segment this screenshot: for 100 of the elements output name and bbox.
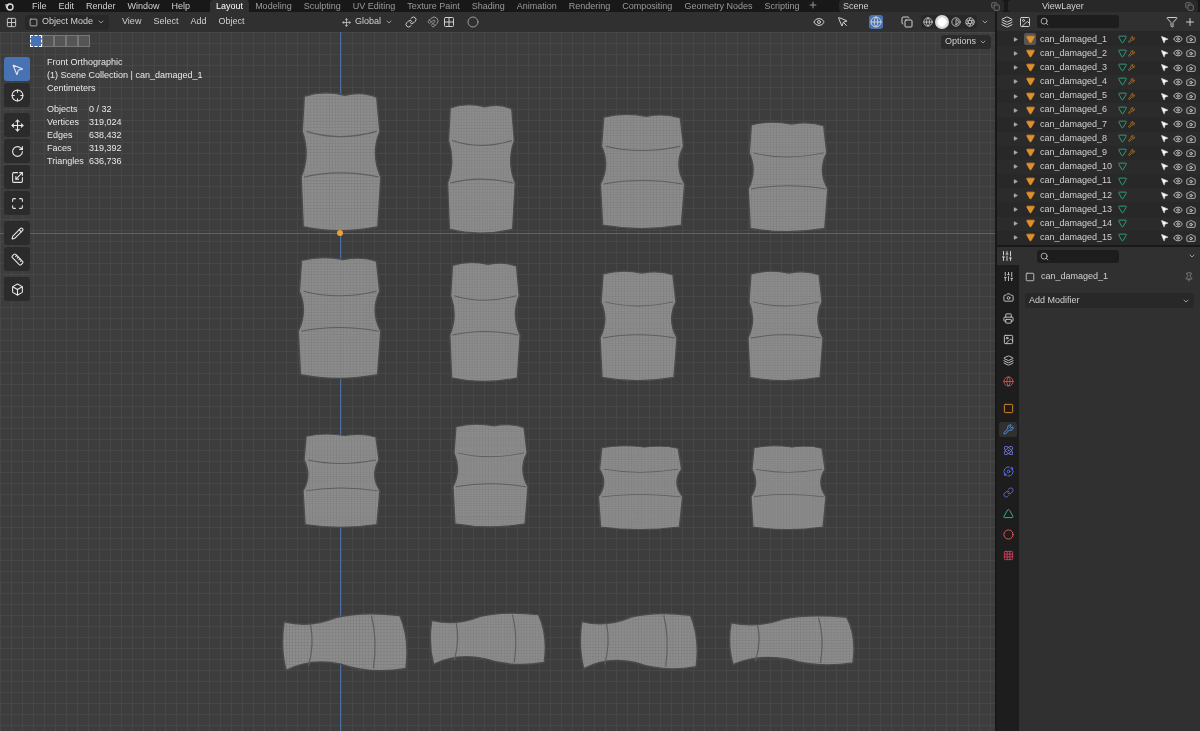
camera-icon[interactable] — [1186, 62, 1196, 73]
eye-icon[interactable] — [1173, 161, 1183, 172]
expand-arrow-icon[interactable] — [1013, 36, 1018, 42]
snap-target-icon[interactable] — [443, 16, 455, 28]
select-box-icon[interactable] — [4, 57, 30, 81]
camera-icon[interactable] — [1186, 232, 1196, 243]
add-workspace-icon[interactable] — [808, 0, 819, 10]
workspace-tab[interactable]: Rendering — [562, 0, 617, 12]
cursor-icon[interactable] — [4, 83, 30, 107]
pivot-icon[interactable] — [405, 16, 417, 28]
camera-icon[interactable] — [1186, 190, 1196, 201]
solid-sphere-icon[interactable] — [935, 15, 949, 29]
camera-icon[interactable] — [1186, 76, 1196, 87]
pin-icon[interactable] — [1184, 272, 1194, 282]
menu-item[interactable]: Window — [121, 1, 166, 11]
eye-icon[interactable] — [1173, 119, 1183, 130]
add-modifier-dropdown[interactable]: Add Modifier — [1025, 293, 1194, 308]
workspace-tab[interactable]: Shading — [465, 0, 511, 12]
camera-icon[interactable] — [1186, 147, 1196, 158]
workspace-tab[interactable]: UV Editing — [346, 0, 402, 12]
eye-icon[interactable] — [1173, 105, 1183, 116]
camera-icon[interactable] — [1186, 218, 1196, 229]
transform-icon[interactable] — [4, 191, 30, 215]
camera-icon[interactable] — [1186, 34, 1196, 45]
eye-icon[interactable] — [1173, 218, 1183, 229]
workspace-tab[interactable]: Animation — [510, 0, 563, 12]
expand-arrow-icon[interactable] — [1013, 121, 1018, 127]
workspace-tab[interactable]: Compositing — [616, 0, 679, 12]
workspace-tab[interactable]: Sculpting — [297, 0, 347, 12]
workspace-tab[interactable]: Layout — [210, 0, 250, 12]
ruler-icon[interactable] — [4, 247, 30, 271]
scale-icon[interactable] — [4, 165, 30, 189]
camera-icon[interactable] — [1186, 133, 1196, 144]
outliner-search-field[interactable] — [1037, 15, 1119, 29]
scene-selector[interactable]: Scene — [839, 0, 1004, 12]
eye-icon[interactable] — [1173, 133, 1183, 144]
eye-icon[interactable] — [1173, 91, 1183, 102]
editor-type-icon[interactable] — [6, 16, 17, 28]
orientation-dropdown[interactable]: Global — [338, 14, 397, 30]
expand-arrow-icon[interactable] — [1013, 207, 1018, 213]
menu-item[interactable]: Edit — [52, 1, 81, 11]
expand-arrow-icon[interactable] — [1013, 221, 1018, 227]
eye-icon[interactable] — [1173, 204, 1183, 215]
wrench-icon[interactable] — [999, 422, 1017, 437]
eye-icon[interactable] — [1173, 232, 1183, 243]
eye-icon[interactable] — [1173, 190, 1183, 201]
material-sphere-icon[interactable] — [949, 15, 963, 29]
camera-icon[interactable] — [1186, 119, 1196, 130]
camera-icon[interactable] — [1186, 161, 1196, 172]
expand-arrow-icon[interactable] — [1013, 164, 1018, 170]
snap-icon[interactable] — [427, 16, 439, 28]
menu-item[interactable]: Render — [80, 1, 122, 11]
camera-icon[interactable] — [1186, 176, 1196, 187]
shading-menu-icon[interactable] — [981, 18, 989, 26]
overlays-icon[interactable] — [870, 16, 882, 28]
view-layer-selector[interactable]: ViewLayer — [1008, 0, 1198, 12]
eye-icon[interactable] — [1173, 147, 1183, 158]
camera-icon[interactable] — [1186, 204, 1196, 215]
expand-arrow-icon[interactable] — [1013, 93, 1018, 99]
proportional-edit-icon[interactable] — [467, 16, 479, 28]
gizmo-icon[interactable] — [837, 16, 849, 28]
eye-icon[interactable] — [1173, 176, 1183, 187]
eye-icon[interactable] — [1173, 48, 1183, 59]
properties-search-field[interactable] — [1037, 249, 1119, 263]
header-menu[interactable]: Select — [148, 15, 184, 29]
header-menu[interactable]: Object — [213, 15, 250, 29]
filter-view-icon[interactable] — [1019, 15, 1031, 28]
camera-icon[interactable] — [1186, 91, 1196, 102]
display-mode-icon[interactable] — [1001, 15, 1013, 28]
pencil-icon[interactable] — [4, 221, 30, 245]
editor-type-icon[interactable] — [1001, 250, 1013, 262]
move-icon[interactable] — [4, 113, 30, 137]
camera-icon[interactable] — [1186, 48, 1196, 59]
mode-dropdown[interactable]: Object Mode — [25, 14, 110, 30]
filter-icon[interactable] — [1166, 15, 1178, 28]
header-menu[interactable]: Add — [185, 15, 212, 29]
workspace-tab[interactable]: Texture Paint — [401, 0, 466, 12]
options-caret-icon[interactable] — [1188, 252, 1196, 260]
eye-icon[interactable] — [1173, 62, 1183, 73]
xray-icon[interactable] — [901, 16, 913, 28]
add-cube-icon[interactable] — [4, 277, 30, 301]
eye-icon[interactable] — [1173, 34, 1183, 45]
eye-icon[interactable] — [1173, 76, 1183, 87]
camera-icon[interactable] — [1186, 105, 1196, 116]
workspace-tab[interactable]: Modeling — [249, 0, 298, 12]
menu-item[interactable]: Help — [165, 1, 197, 11]
expand-arrow-icon[interactable] — [1013, 235, 1018, 241]
wireframe-sphere-icon[interactable] — [921, 15, 935, 29]
rotate-icon[interactable] — [4, 139, 30, 163]
expand-arrow-icon[interactable] — [1013, 65, 1018, 71]
new-collection-icon[interactable] — [1184, 15, 1196, 28]
menu-item[interactable]: File — [26, 1, 53, 11]
expand-arrow-icon[interactable] — [1013, 192, 1018, 198]
expand-arrow-icon[interactable] — [1013, 150, 1018, 156]
expand-arrow-icon[interactable] — [1013, 136, 1018, 142]
rendered-sphere-icon[interactable] — [963, 15, 977, 29]
expand-arrow-icon[interactable] — [1013, 50, 1018, 56]
expand-arrow-icon[interactable] — [1013, 107, 1018, 113]
expand-arrow-icon[interactable] — [1013, 178, 1018, 184]
options-dropdown[interactable]: Options — [940, 35, 991, 49]
